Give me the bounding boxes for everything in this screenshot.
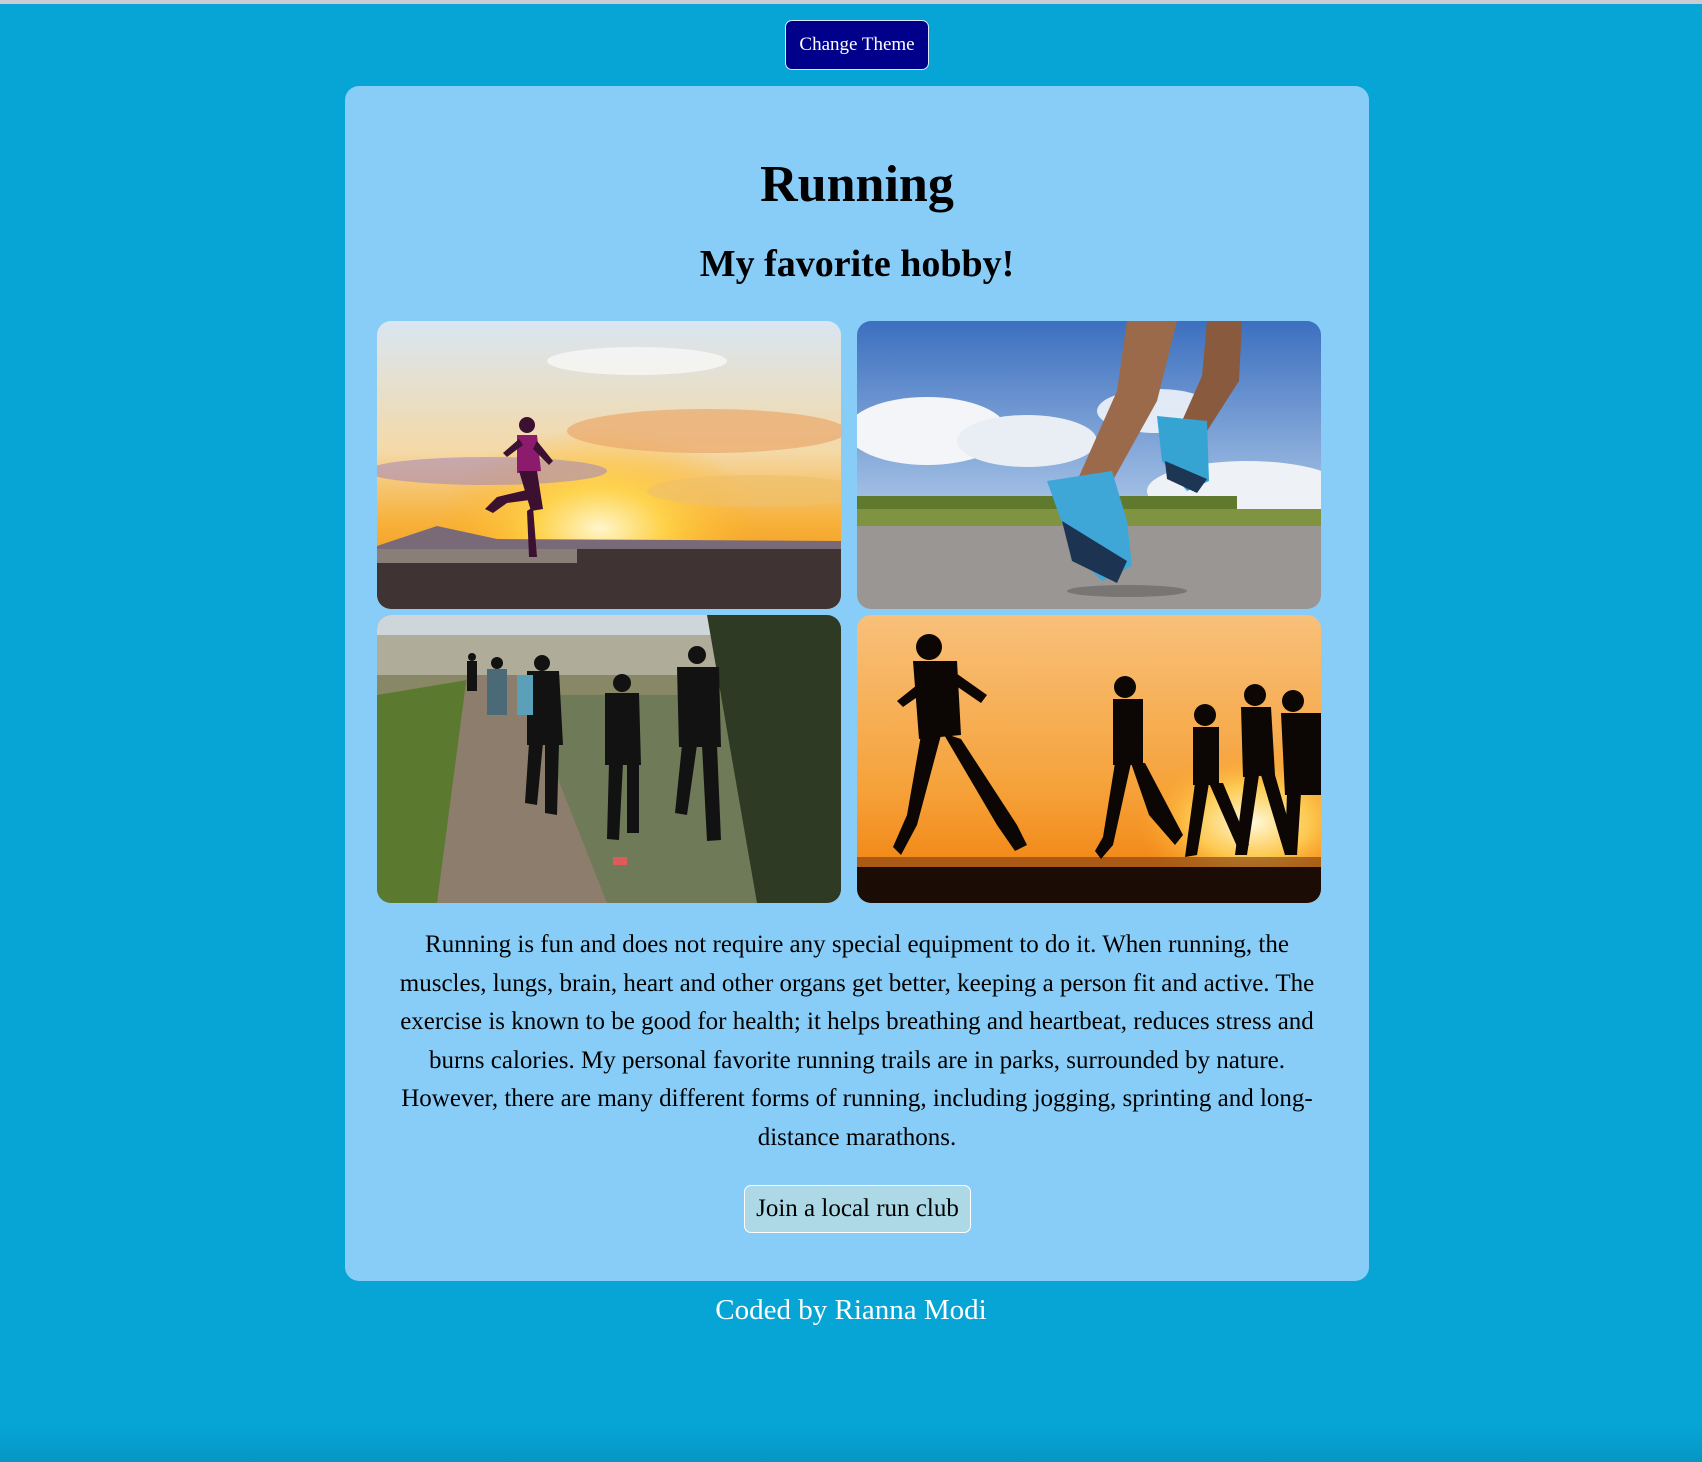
page-subtitle: My favorite hobby!: [699, 243, 1015, 285]
hobby-description: Running is fun and does not require any …: [399, 931, 1315, 1151]
footer-credit: Coded by Rianna Modi: [715, 1294, 987, 1326]
sunset-runners-silhouette-photo: [857, 615, 1321, 903]
trail-run-group-photo: [377, 615, 841, 903]
runner-at-sunset-photo: [377, 321, 841, 609]
running-shoes-photo: [857, 321, 1321, 609]
hobby-card: Running My favorite hobby! Running is fu…: [345, 86, 1369, 1281]
page-title: Running: [760, 156, 954, 213]
browser-top-edge: [0, 0, 1702, 4]
join-run-club-button[interactable]: Join a local run club: [744, 1185, 971, 1233]
change-theme-button[interactable]: Change Theme: [785, 20, 929, 70]
page-bottom-edge: [0, 1426, 1702, 1462]
